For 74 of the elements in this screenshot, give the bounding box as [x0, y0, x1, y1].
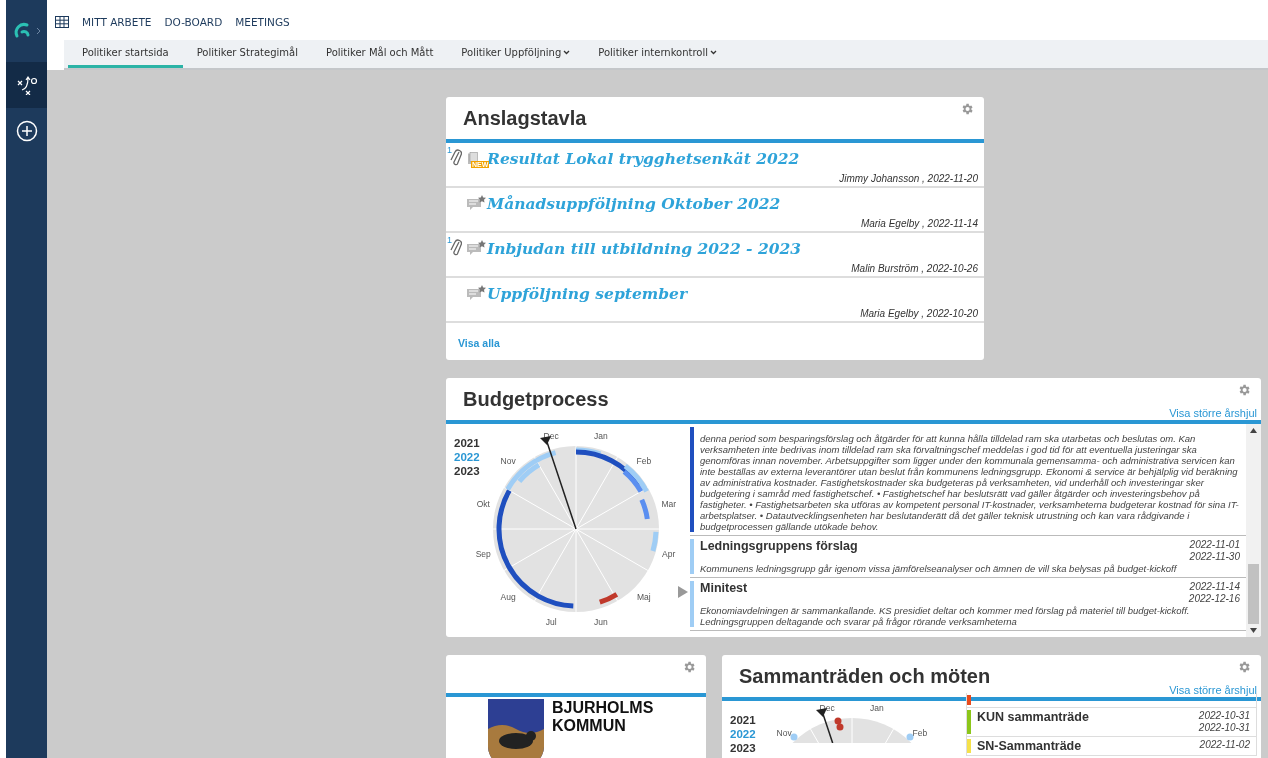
settings-icon[interactable]	[1237, 660, 1251, 674]
play-icon[interactable]	[678, 586, 688, 598]
settings-icon[interactable]	[1237, 383, 1251, 397]
event-dot	[790, 733, 798, 741]
chevron-right-icon[interactable]	[36, 27, 41, 35]
tab[interactable]: Politiker Mål och Mått	[311, 40, 448, 68]
event-title[interactable]: Ledningsgruppens förslag	[700, 539, 858, 553]
event-description: Ekonomiavdelningen är sammankallande. KS presidiet deltar och kommer med förslag på materiel till budget-kickoff. Ledningsgruppen deltagande och svarar på frågor rörande verksamheterna	[700, 605, 1191, 627]
year-option[interactable]: 2023	[730, 741, 756, 755]
scrollbar[interactable]	[1246, 424, 1261, 637]
event-title[interactable]: SN-Sammanträde	[977, 739, 1082, 753]
month-label: Aug	[500, 591, 516, 602]
month-label: Feb	[636, 456, 652, 467]
tab[interactable]: Politiker Uppföljning	[447, 40, 585, 68]
year-option[interactable]: 2023	[454, 464, 480, 478]
message-star-icon	[466, 284, 486, 302]
grid-icon[interactable]	[55, 15, 69, 28]
card-title: Anslagstavla	[463, 107, 587, 130]
paperclip-icon[interactable]	[450, 147, 462, 167]
nav-link[interactable]: MITT ARBETE	[82, 15, 152, 28]
month-label: Jan	[870, 703, 884, 714]
month-label: Nov	[500, 456, 516, 467]
document-icon	[468, 152, 478, 164]
notice-byline: Maria Egelby , 2022-10-20	[859, 308, 978, 319]
event-start-date: 2022-11-14	[1189, 581, 1240, 593]
nav-link[interactable]: DO-BOARD	[164, 15, 223, 28]
tab[interactable]: Politiker Strategimål	[182, 40, 312, 68]
month-label: Jan	[594, 431, 608, 442]
settings-icon[interactable]	[682, 660, 696, 674]
event-start-date: 2022-11-02	[1199, 739, 1250, 751]
settings-icon[interactable]	[960, 102, 974, 116]
event-dot	[906, 733, 914, 741]
event-end-date: 2022-11-30	[1189, 551, 1240, 563]
month-label: Jul	[545, 616, 557, 627]
notice-byline: Malin Burström , 2022-10-26	[850, 263, 978, 274]
municipality-name: BJURHOLMS KOMMUN	[552, 699, 655, 736]
month-label: Mar	[661, 499, 677, 510]
month-label: Maj	[637, 591, 651, 602]
chevron-down-icon[interactable]	[710, 50, 718, 55]
tab[interactable]: Politiker internkontroll	[584, 40, 732, 68]
notice-byline: Maria Egelby , 2022-11-14	[859, 218, 978, 229]
sidebar-item[interactable]	[6, 62, 47, 108]
event-start-date: 2022-10-31	[1198, 710, 1250, 722]
event-description: denna period som besparingsförslag och åtgärder för att kunna hålla tilldelad ram ska utarbetas och beslutas om. Kan verksamheten inte bedrivas inom tilldelad ram ska förvaltningschef meddelas i god tid för att eventuella justeringar ska genomföras innan november. Arbetsuppgifter som ligger under den kommunala gemensamma- och administrativa servicen kan inte beställas av externa leverantörer utan beslut från kommunens ledningsgrupp. Ekonomi & service är behjälplig vid beräkning av administrativa kostnader. Fastighetskostnader ska budgeteras på verksamheten, vid underhåll och investeringar sker budgetering i samråd med fastighetschef. • Fastighetschef har beslutsrätt vad gäller åtgärder och investeringsbehov på fastigheter. • Fastighetsarbeten ska utföras av kompetent personal IT-kostnader, verksamheterna budgeterar kostnad för sina IT-arbetsplatser. • Datautvecklingsenheten har beslutanderätt då det gäller teknisk utrustning och kan vara rådgivande i budgetprocessen gällande utökade behov.	[700, 433, 1240, 532]
paperclip-icon[interactable]	[450, 237, 462, 257]
year-option[interactable]: 2021	[730, 713, 756, 727]
attachment-count: 1	[447, 145, 452, 155]
coat-of-arms-drawing	[488, 699, 544, 758]
card-title: Budgetprocess	[463, 388, 609, 411]
scroll-up-icon[interactable]	[1250, 428, 1257, 433]
event-end-date: 2022-10-31	[1198, 722, 1250, 734]
event-description: Kommunens ledningsgrupp går igenom vissa jämförelseanalyser och ämnen de vill ska belysas på budget-kickoff	[700, 563, 1178, 574]
event-title[interactable]: KUN sammanträde	[977, 710, 1089, 724]
month-label: Apr	[662, 548, 676, 559]
tactics-icon[interactable]	[15, 75, 38, 95]
month-label: Jun	[594, 616, 608, 627]
event-start-date: 2022-11-01	[1189, 539, 1240, 551]
attachment-count: 1	[447, 235, 452, 245]
nav-link[interactable]: MEETINGS	[235, 15, 290, 28]
month-label: Sep	[475, 548, 491, 559]
card-title: Sammanträden och möten	[739, 665, 991, 688]
year-option[interactable]: 2021	[454, 436, 480, 450]
notice-byline: Jimmy Johansson , 2022-11-20	[838, 173, 978, 184]
event-end-date: 2022-12-16	[1188, 593, 1240, 605]
event-title[interactable]: Minitest	[700, 581, 748, 595]
scrollbar-thumb[interactable]	[1248, 564, 1259, 624]
scroll-down-icon[interactable]	[1250, 628, 1257, 633]
chevron-down-icon[interactable]	[563, 50, 571, 55]
message-star-icon	[466, 239, 486, 257]
add-icon[interactable]	[15, 120, 38, 142]
month-label: Okt	[476, 499, 490, 510]
message-star-icon	[466, 194, 486, 212]
month-label: Nov	[776, 728, 792, 739]
month-label: Feb	[912, 728, 928, 739]
